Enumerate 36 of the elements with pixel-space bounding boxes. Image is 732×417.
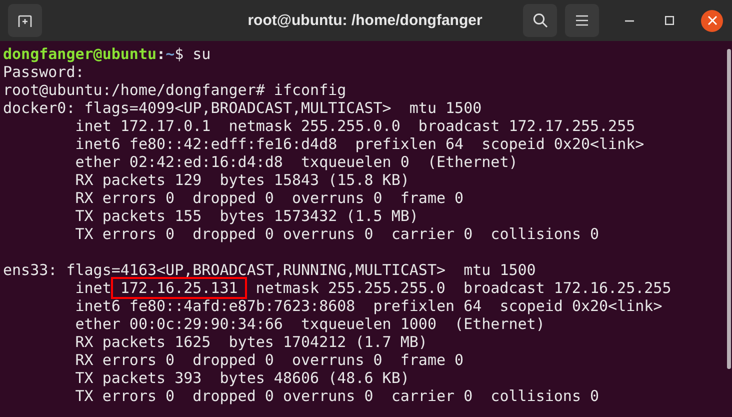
output-text: netmask 255.255.255.0 broadcast 172.16.25.255: [254, 279, 672, 297]
window-title: root@ubuntu: /home/dongfanger: [246, 11, 484, 31]
output-line: ether 00:0c:29:90:34:66 txqueuelen 1000 (Ethernet): [74, 315, 545, 333]
output-line: RX packets 129 bytes 15843 (15.8 KB): [74, 171, 410, 189]
prompt-user-host: dongfanger@ubuntu: [3, 45, 157, 63]
search-icon: [532, 13, 548, 28]
output-line: TX packets 393 bytes 48606 (48.6 KB): [74, 369, 410, 387]
maximize-icon: [664, 16, 674, 25]
output-line: inet6 fe80::42:edff:fe16:d4d8 prefixlen 64 scopeid 0x20<link>: [74, 135, 644, 153]
output-line: root@ubuntu:/home/dongfanger# ifconfig: [3, 81, 346, 99]
new-tab-button[interactable]: [8, 4, 42, 37]
output-line: docker0: flags=4099<UP,BROADCAST,MULTICAST> mtu 1500: [3, 99, 482, 117]
output-line: TX errors 0 dropped 0 overruns 0 carrier 0 collisions 0: [74, 225, 600, 243]
menu-button[interactable]: [565, 4, 599, 37]
search-button[interactable]: [523, 4, 557, 37]
close-button[interactable]: [701, 10, 723, 32]
prompt-path: ~: [166, 45, 175, 63]
output-line: ens33: flags=4163<UP,BROADCAST,RUNNING,MULTICAST> mtu 1500: [3, 261, 536, 279]
output-line: inet 172.17.0.1 netmask 255.255.0.0 broadcast 172.17.255.255: [74, 117, 636, 135]
minimize-icon: [624, 20, 634, 22]
highlight-box: 172.16.25.131: [111, 277, 247, 299]
output-line: RX packets 1625 bytes 1704212 (1.7 MB): [74, 333, 428, 351]
output-line: inet6 fe80::4afd:e87b:7623:8608 prefixlen 64 scopeid 0x20<link>: [74, 297, 662, 315]
menu-icon: [576, 15, 588, 26]
output-line: RX errors 0 dropped 0 overruns 0 frame 0: [74, 351, 464, 369]
output-line: TX errors 0 dropped 0 overruns 0 carrier 0 collisions 0: [74, 387, 600, 405]
new-tab-icon: [18, 14, 32, 26]
output-line: RX errors 0 dropped 0 overruns 0 frame 0: [74, 189, 464, 207]
prompt-separator: :: [156, 45, 166, 63]
output-line: Password:: [3, 63, 84, 81]
prompt-symbol: $: [174, 45, 184, 63]
command-text: su: [192, 45, 211, 63]
output-line: TX packets 155 bytes 1573432 (1.5 MB): [74, 207, 418, 225]
close-icon: [708, 16, 716, 25]
output-line: ether 02:42:ed:16:d4:d8 txqueuelen 0 (Ethernet): [74, 153, 518, 171]
output-text: inet: [74, 279, 112, 297]
